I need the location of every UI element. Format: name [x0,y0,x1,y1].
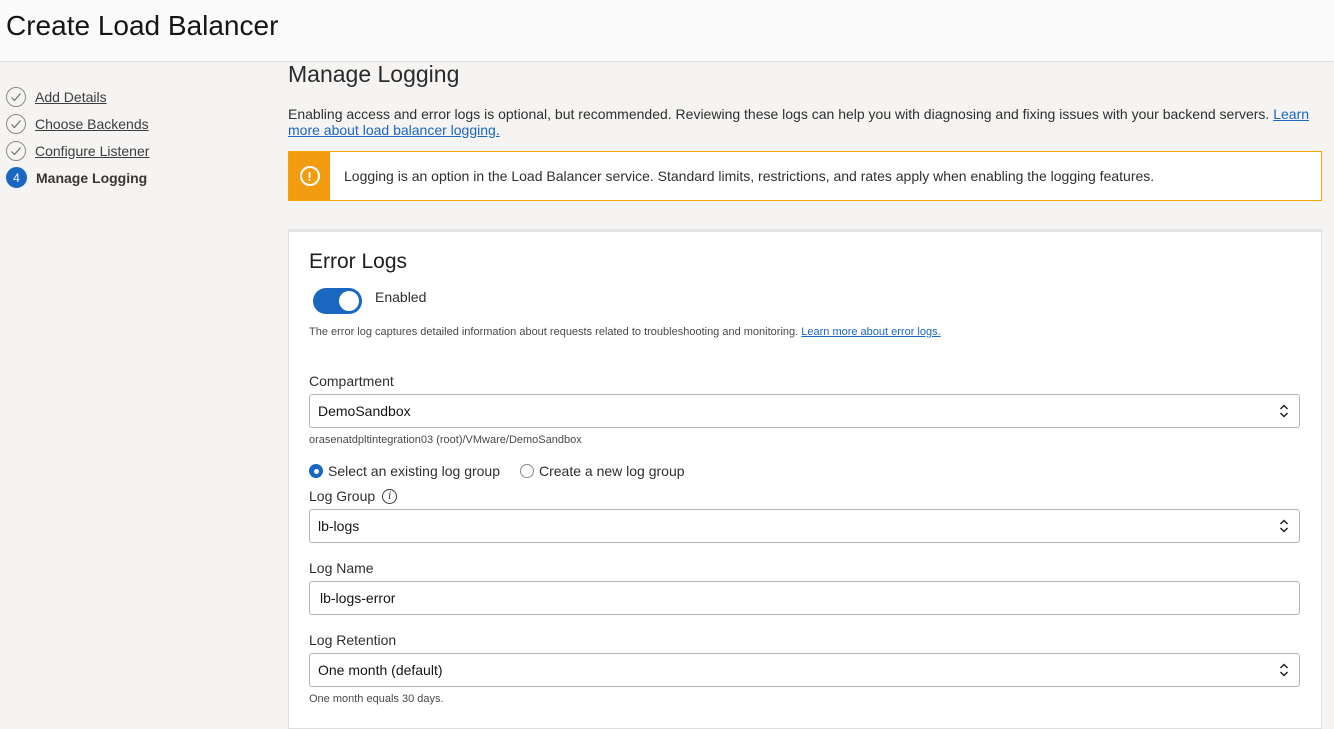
section-title: Manage Logging [288,61,460,87]
alert-icon-box: ! [289,152,330,200]
page-header: Create Load Balancer [0,0,1334,62]
log-name-field: Log Name lb-logs-error [309,560,1301,615]
compartment-path: orasenatdpltintegration03 (root)/VMware/… [309,434,582,446]
compartment-label: Compartment [309,373,394,389]
warning-icon: ! [299,166,320,186]
compartment-value: DemoSandbox [318,403,411,419]
step-choose-backends[interactable]: Choose Backends [6,110,276,137]
step-label: Configure Listener [35,142,150,159]
check-circle-icon [6,140,26,161]
compartment-field: Compartment DemoSandbox orasenatdpltinte… [309,373,1301,446]
log-retention-label: Log Retention [309,632,397,648]
main-content: Manage Logging Enabling access and error… [288,58,1322,729]
warning-alert: ! Logging is an option in the Load Balan… [288,151,1322,201]
radio-unchecked-icon [520,464,534,478]
toggle-knob [339,291,359,311]
step-label: Add Details [35,88,107,105]
log-name-value: lb-logs-error [320,590,396,606]
step-configure-listener[interactable]: Configure Listener [6,137,276,164]
error-log-help: The error log captures detailed informat… [309,326,941,338]
page-title: Create Load Balancer [6,10,279,41]
enabled-toggle-row: Enabled [309,288,1301,316]
error-logs-title: Error Logs [309,250,408,273]
log-retention-field: Log Retention One month (default) One mo… [309,632,1301,705]
log-group-mode: Select an existing log group Create a ne… [309,463,1301,479]
step-label: Choose Backends [35,115,149,132]
wizard-steps: Add Details Choose Backends Configure Li… [6,83,276,191]
alert-text: Logging is an option in the Load Balance… [344,168,1155,184]
step-manage-logging: 4 Manage Logging [6,164,276,191]
toggle-label: Enabled [375,289,427,305]
step-add-details[interactable]: Add Details [6,83,276,110]
radio-new-log-group[interactable]: Create a new log group [520,463,685,479]
log-name-label: Log Name [309,560,374,576]
step-number-badge: 4 [6,167,27,188]
log-retention-value: One month (default) [318,662,443,678]
log-retention-help: One month equals 30 days. [309,693,444,705]
chevron-up-down-icon [1279,404,1289,418]
log-group-value: lb-logs [318,518,360,534]
error-logs-panel: Error Logs Enabled The error log capture… [288,229,1322,729]
enabled-toggle[interactable] [313,288,362,314]
log-group-select[interactable]: lb-logs [309,509,1300,543]
check-circle-icon [6,113,26,134]
radio-existing-log-group[interactable]: Select an existing log group [309,463,500,479]
log-retention-select[interactable]: One month (default) [309,653,1300,687]
log-group-field: Log Group i lb-logs [309,488,1301,543]
chevron-up-down-icon [1279,519,1289,533]
learn-more-error-logs-link[interactable]: Learn more about error logs. [801,326,940,338]
chevron-up-down-icon [1279,663,1289,677]
compartment-select[interactable]: DemoSandbox [309,394,1300,428]
intro-text: Enabling access and error logs is option… [288,106,1310,138]
step-label: Manage Logging [36,169,148,186]
info-icon[interactable]: i [382,488,398,504]
radio-checked-icon [309,464,323,478]
check-circle-icon [6,86,26,107]
log-name-input[interactable]: lb-logs-error [309,581,1300,615]
log-group-label: Log Group i [309,488,1301,504]
